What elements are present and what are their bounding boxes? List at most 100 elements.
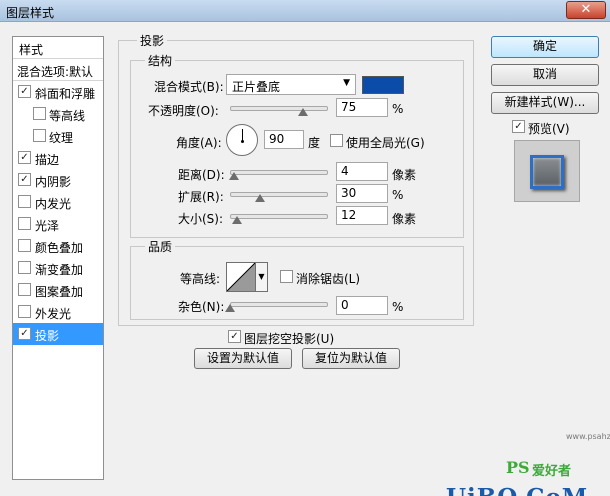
- watermark-site: 爱好者: [532, 464, 572, 479]
- distance-slider[interactable]: [230, 170, 328, 175]
- sidebar-item-label: 斜面和浮雕: [35, 87, 96, 101]
- sidebar-item-contour[interactable]: 等高线: [13, 103, 103, 125]
- global-light-label: 使用全局光(G): [346, 136, 425, 150]
- close-button[interactable]: ✕: [566, 1, 606, 19]
- noise-input[interactable]: 0: [336, 296, 388, 315]
- angle-input[interactable]: 90: [264, 130, 304, 149]
- structure-title: 结构: [145, 52, 176, 69]
- checkbox-contour[interactable]: [33, 107, 46, 120]
- checkbox-satin[interactable]: [18, 217, 31, 230]
- style-list: 样式 混合选项:默认 ✓ 斜面和浮雕 等高线 纹理 ✓ 描边 ✓ 内阴影 内发光: [12, 36, 104, 480]
- shadow-color-swatch[interactable]: [362, 76, 404, 94]
- drop-shadow-title: 投影: [137, 32, 168, 49]
- distance-input[interactable]: 4: [336, 162, 388, 181]
- opacity-label: 不透明度(O):: [148, 104, 219, 118]
- noise-slider[interactable]: [230, 302, 328, 307]
- noise-slider-thumb[interactable]: [225, 304, 235, 312]
- sidebar-item-inner-glow[interactable]: 内发光: [13, 191, 103, 213]
- sidebar-item-pattern-overlay[interactable]: 图案叠加: [13, 279, 103, 301]
- distance-unit: 像素: [392, 168, 417, 182]
- window-title: 图层样式: [6, 6, 55, 20]
- dialog-client: 样式 混合选项:默认 ✓ 斜面和浮雕 等高线 纹理 ✓ 描边 ✓ 内阴影 内发光: [0, 22, 610, 496]
- angle-unit: 度: [308, 136, 321, 150]
- chevron-down-icon: ▼: [343, 78, 350, 88]
- checkbox-bevel-emboss[interactable]: ✓: [18, 85, 31, 98]
- spread-slider-thumb[interactable]: [255, 194, 265, 202]
- size-unit: 像素: [392, 212, 417, 226]
- sidebar-item-label: 内发光: [35, 197, 72, 211]
- size-label: 大小(S):: [178, 212, 224, 226]
- contour-dropdown[interactable]: ▼: [256, 262, 268, 292]
- anti-alias-checkbox[interactable]: [280, 270, 293, 283]
- spread-input[interactable]: 30: [336, 184, 388, 203]
- sidebar-item-inner-shadow[interactable]: ✓ 内阴影: [13, 169, 103, 191]
- style-list-header[interactable]: 样式: [13, 37, 103, 59]
- sidebar-item-color-overlay[interactable]: 颜色叠加: [13, 235, 103, 257]
- quality-title: 品质: [145, 238, 176, 255]
- contour-picker[interactable]: [226, 262, 256, 292]
- preview-checkbox[interactable]: ✓: [512, 120, 525, 133]
- checkbox-color-overlay[interactable]: [18, 239, 31, 252]
- global-light-checkbox[interactable]: [330, 134, 343, 147]
- checkbox-drop-shadow[interactable]: ✓: [18, 327, 31, 340]
- noise-label: 杂色(N):: [178, 300, 225, 314]
- blend-mode-label: 混合模式(B):: [154, 80, 224, 94]
- sidebar-item-bevel-emboss[interactable]: ✓ 斜面和浮雕: [13, 81, 103, 103]
- sidebar-item-label: 图案叠加: [35, 285, 84, 299]
- spread-slider[interactable]: [230, 192, 328, 197]
- style-preview-swatch: [530, 155, 564, 189]
- checkbox-gradient-overlay[interactable]: [18, 261, 31, 274]
- sidebar-item-outer-glow[interactable]: 外发光: [13, 301, 103, 323]
- sidebar-item-label: 外发光: [35, 307, 72, 321]
- checkbox-inner-glow[interactable]: [18, 195, 31, 208]
- anti-alias-label: 消除锯齿(L): [296, 272, 361, 286]
- sidebar-item-label: 等高线: [49, 109, 86, 123]
- angle-label: 角度(A):: [176, 136, 222, 150]
- ok-button[interactable]: 确定: [491, 36, 599, 58]
- sidebar-item-label: 光泽: [35, 219, 60, 233]
- opacity-slider[interactable]: [230, 106, 328, 111]
- size-input[interactable]: 12: [336, 206, 388, 225]
- angle-dial[interactable]: [226, 124, 258, 156]
- watermark-url: www.psahz.com: [566, 432, 610, 441]
- knockout-label: 图层挖空投影(U): [244, 332, 335, 346]
- sidebar-item-blending-options[interactable]: 混合选项:默认: [13, 59, 103, 81]
- sidebar-item-stroke[interactable]: ✓ 描边: [13, 147, 103, 169]
- distance-label: 距离(D):: [178, 168, 225, 182]
- sidebar-item-label: 纹理: [49, 131, 74, 145]
- sidebar-item-label: 渐变叠加: [35, 263, 84, 277]
- title-bar[interactable]: 图层样式 ✕: [0, 0, 610, 22]
- style-list-header-label: 样式: [19, 43, 44, 57]
- size-slider[interactable]: [230, 214, 328, 219]
- size-slider-thumb[interactable]: [232, 216, 242, 224]
- new-style-button[interactable]: 新建样式(W)...: [491, 92, 599, 114]
- checkbox-texture[interactable]: [33, 129, 46, 142]
- checkbox-stroke[interactable]: ✓: [18, 151, 31, 164]
- opacity-slider-thumb[interactable]: [298, 108, 308, 116]
- reset-default-button[interactable]: 复位为默认值: [302, 348, 400, 369]
- blend-mode-select[interactable]: 正片叠底 ▼: [226, 74, 356, 95]
- opacity-unit: %: [392, 102, 404, 116]
- distance-slider-thumb[interactable]: [229, 172, 239, 180]
- sidebar-item-label: 投影: [35, 329, 60, 343]
- close-icon: ✕: [580, 2, 592, 17]
- spread-label: 扩展(R):: [178, 190, 224, 204]
- cancel-button[interactable]: 取消: [491, 64, 599, 86]
- sidebar-item-label: 描边: [35, 153, 60, 167]
- checkbox-pattern-overlay[interactable]: [18, 283, 31, 296]
- make-default-button[interactable]: 设置为默认值: [194, 348, 292, 369]
- contour-label: 等高线:: [180, 272, 221, 286]
- sidebar-item-label: 混合选项:默认: [17, 65, 94, 79]
- sidebar-item-satin[interactable]: 光泽: [13, 213, 103, 235]
- chevron-down-icon: ▼: [258, 272, 265, 281]
- blend-mode-value: 正片叠底: [232, 80, 281, 94]
- preview-label: 预览(V): [528, 122, 570, 136]
- sidebar-item-gradient-overlay[interactable]: 渐变叠加: [13, 257, 103, 279]
- sidebar-item-label: 内阴影: [35, 175, 72, 189]
- knockout-checkbox[interactable]: ✓: [228, 330, 241, 343]
- checkbox-inner-shadow[interactable]: ✓: [18, 173, 31, 186]
- sidebar-item-texture[interactable]: 纹理: [13, 125, 103, 147]
- checkbox-outer-glow[interactable]: [18, 305, 31, 318]
- opacity-input[interactable]: 75: [336, 98, 388, 117]
- sidebar-item-drop-shadow[interactable]: ✓ 投影: [13, 323, 103, 345]
